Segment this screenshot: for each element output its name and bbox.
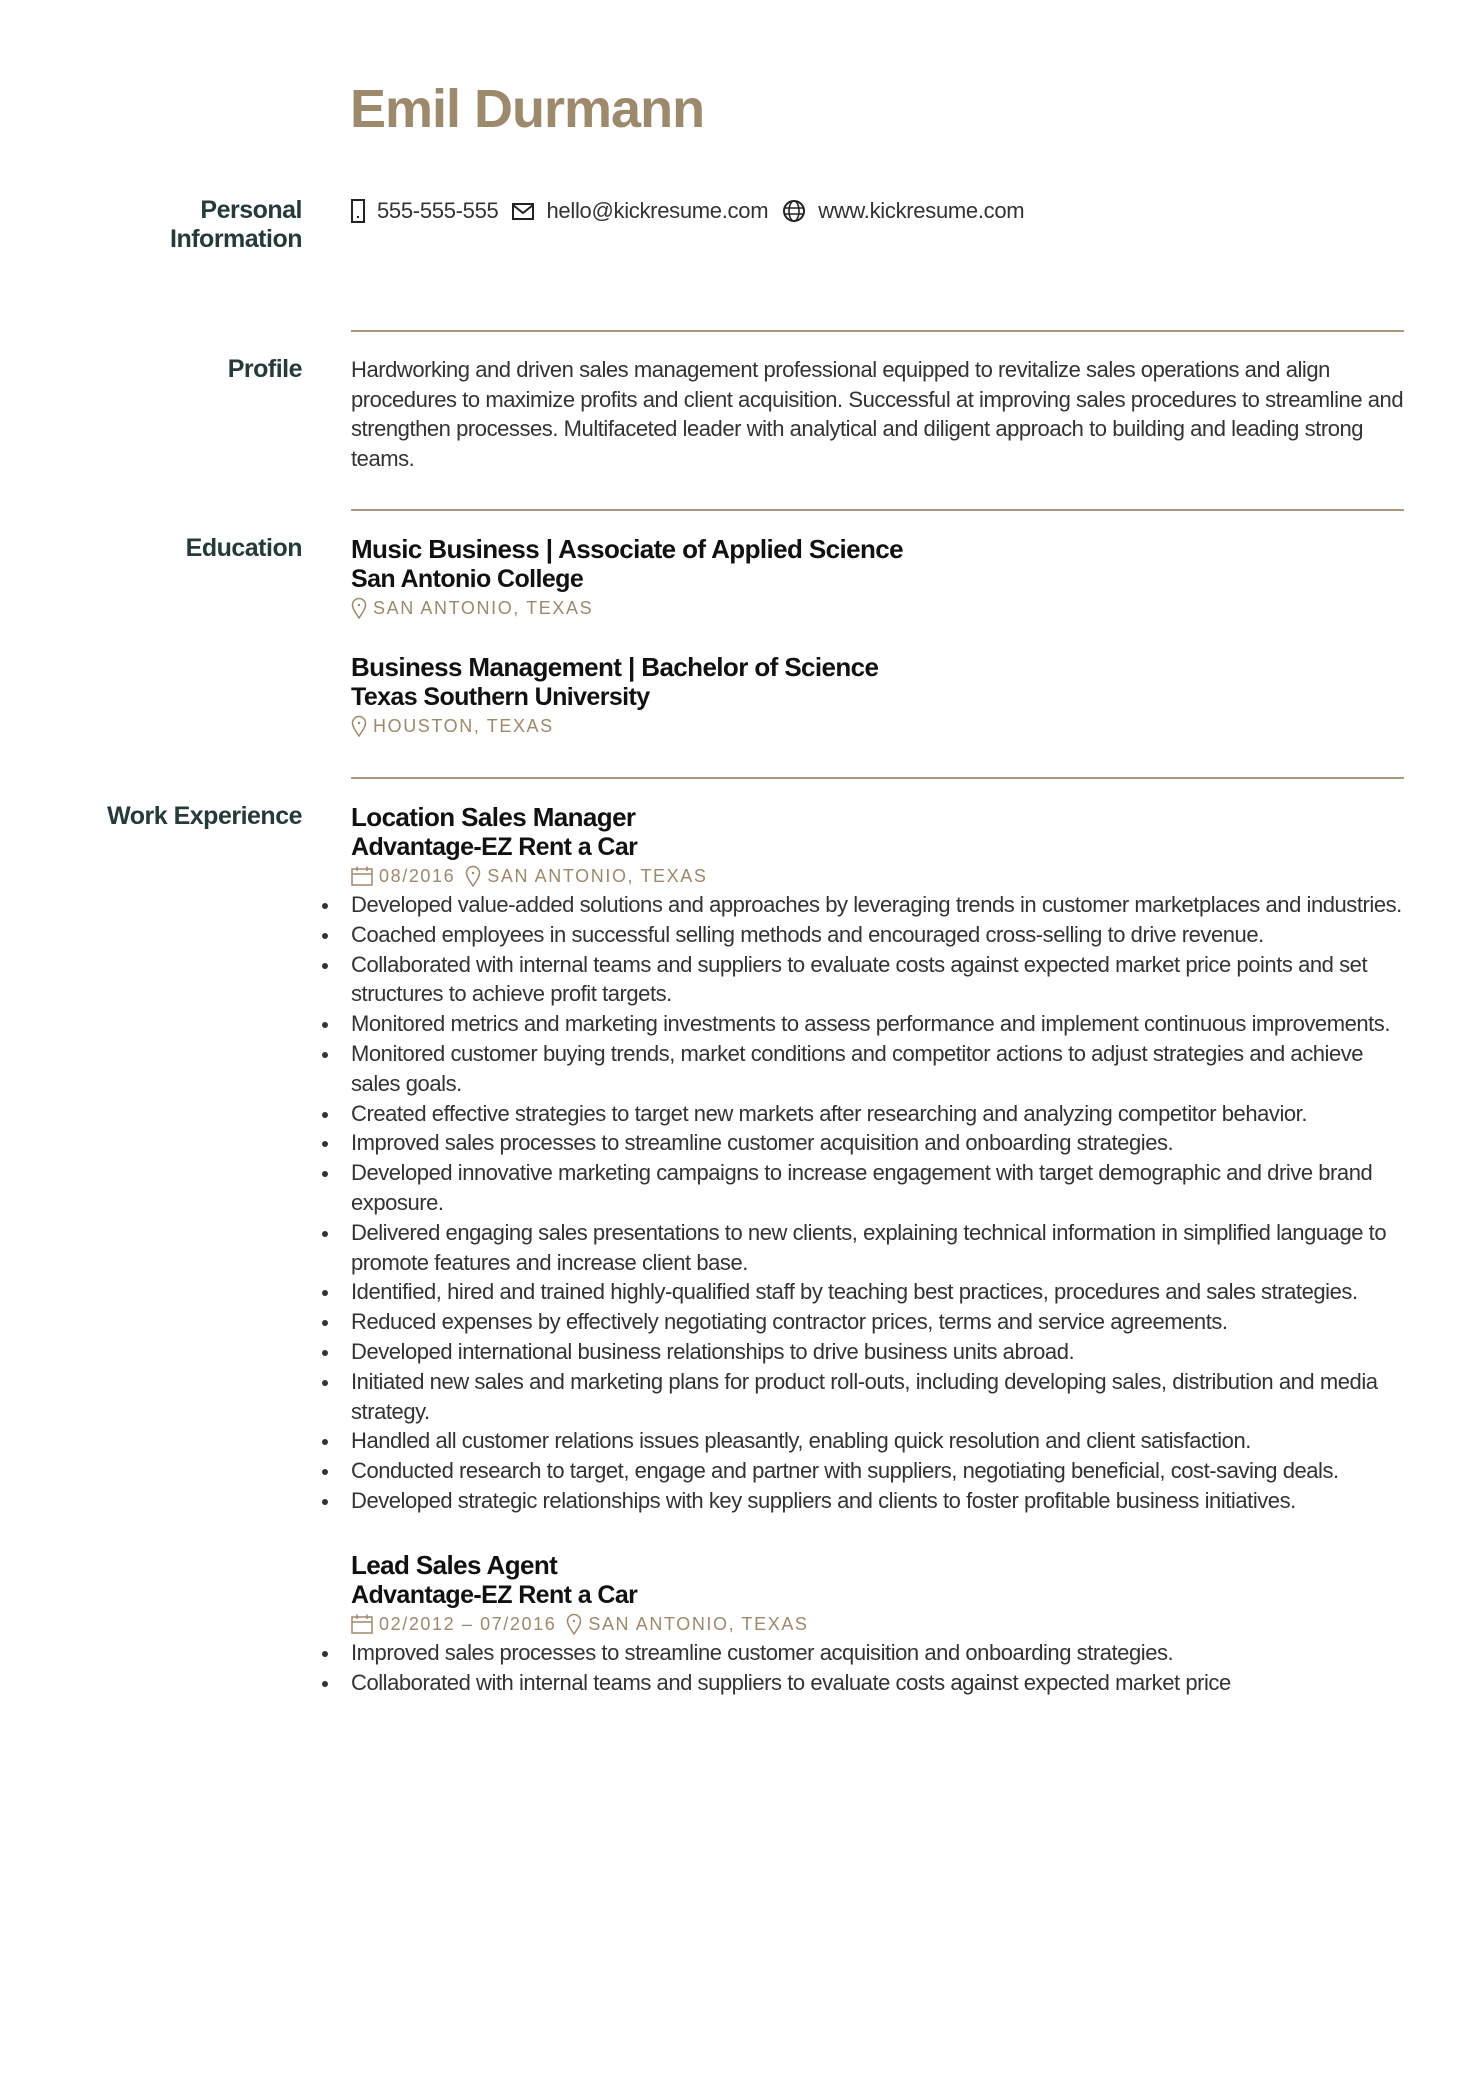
work-bullet: Developed international business relatio… bbox=[322, 1337, 1404, 1367]
map-pin-icon bbox=[566, 1613, 582, 1635]
phone-number: 555-555-555 bbox=[377, 198, 499, 223]
school-name: Texas Southern University bbox=[351, 683, 650, 711]
work-bullets: Developed value-added solutions and appr… bbox=[322, 890, 1404, 1516]
candidate-name: Emil Durmann bbox=[350, 79, 705, 139]
map-pin-icon bbox=[351, 715, 367, 737]
job-title: Location Sales Manager bbox=[351, 802, 636, 832]
education-location: San Antonio, Texas bbox=[373, 598, 594, 618]
school-name: San Antonio College bbox=[351, 565, 584, 593]
work-bullet: Reduced expenses by effectively negotiat… bbox=[322, 1307, 1404, 1337]
work-date-text: 02/2012 – 07/2016 bbox=[379, 1613, 557, 1634]
phone-icon bbox=[351, 199, 365, 223]
company-name: Advantage-EZ Rent a Car bbox=[351, 833, 638, 861]
work-bullets: Improved sales processes to streamline c… bbox=[322, 1638, 1404, 1698]
work-bullet: Created effective strategies to target n… bbox=[322, 1099, 1404, 1129]
work-bullet: Initiated new sales and marketing plans … bbox=[322, 1367, 1404, 1427]
work-bullet: Identified, hired and trained highly-qua… bbox=[322, 1277, 1404, 1307]
education-meta: Houston, Texas bbox=[351, 712, 1404, 740]
work-bullet: Coached employees in successful selling … bbox=[322, 920, 1404, 950]
degree-title: Business Management | Bachelor of Scienc… bbox=[351, 652, 879, 682]
map-pin-icon bbox=[351, 597, 367, 619]
work-meta: 08/2016 San Antonio, Texas bbox=[351, 862, 1404, 890]
work-bullet: Developed strategic relationships with k… bbox=[322, 1486, 1404, 1516]
work-list: Location Sales Manager Advantage-EZ Rent… bbox=[322, 802, 1404, 1698]
work-location-text: San Antonio, Texas bbox=[588, 1613, 809, 1634]
education-list: Music Business | Associate of Applied Sc… bbox=[351, 534, 1404, 770]
company-name: Advantage-EZ Rent a Car bbox=[351, 1580, 638, 1609]
work-bullet: Handled all customer relations issues pl… bbox=[322, 1426, 1404, 1456]
work-date: 08/2016 bbox=[351, 862, 455, 890]
education-entry: Music Business | Associate of Applied Sc… bbox=[351, 534, 1404, 622]
label-line: Information bbox=[170, 225, 303, 253]
section-label-education: Education bbox=[185, 534, 303, 562]
contact-phone: 555-555-555 bbox=[351, 196, 499, 226]
work-meta: 02/2012 – 07/2016 San Antonio, Texas bbox=[351, 1610, 1404, 1638]
work-entry: Lead Sales Agent Advantage-EZ Rent a Car… bbox=[322, 1549, 1404, 1698]
work-bullet: Conducted research to target, engage and… bbox=[322, 1456, 1404, 1486]
education-location: Houston, Texas bbox=[373, 716, 554, 736]
calendar-icon bbox=[351, 866, 373, 886]
work-bullet: Monitored metrics and marketing investme… bbox=[322, 1009, 1404, 1039]
work-bullet: Monitored customer buying trends, market… bbox=[322, 1039, 1404, 1099]
work-bullet: Collaborated with internal teams and sup… bbox=[322, 1668, 1404, 1698]
label-line: Personal bbox=[200, 196, 302, 224]
envelope-icon bbox=[512, 202, 535, 220]
calendar-icon bbox=[351, 1614, 373, 1634]
section-label-profile: Profile bbox=[227, 355, 303, 383]
work-bullet: Developed innovative marketing campaigns… bbox=[322, 1158, 1404, 1218]
section-label-personal-information: Personal Information bbox=[60, 196, 303, 254]
work-bullet: Improved sales processes to streamline c… bbox=[322, 1128, 1404, 1158]
section-divider bbox=[351, 509, 1404, 511]
section-divider bbox=[351, 777, 1404, 779]
work-location: San Antonio, Texas bbox=[566, 1610, 808, 1638]
work-entry: Location Sales Manager Advantage-EZ Rent… bbox=[322, 802, 1404, 1516]
education-entry: Business Management | Bachelor of Scienc… bbox=[351, 652, 1404, 740]
work-location-text: San Antonio, Texas bbox=[487, 866, 708, 886]
section-label-work-experience: Work Experience bbox=[107, 802, 302, 830]
work-bullet: Improved sales processes to streamline c… bbox=[322, 1638, 1404, 1668]
education-meta: San Antonio, Texas bbox=[351, 594, 1404, 622]
profile-content: Hardworking and driven sales management … bbox=[351, 355, 1404, 474]
website-link[interactable]: www.kickresume.com bbox=[818, 196, 1024, 226]
profile-summary: Hardworking and driven sales management … bbox=[351, 357, 1404, 472]
work-date: 02/2012 – 07/2016 bbox=[351, 1610, 556, 1638]
work-bullet: Collaborated with internal teams and sup… bbox=[322, 950, 1404, 1010]
work-bullet: Delivered engaging sales presentations t… bbox=[322, 1218, 1404, 1278]
work-date-text: 08/2016 bbox=[379, 866, 456, 886]
section-divider bbox=[351, 330, 1404, 332]
work-bullet: Developed value-added solutions and appr… bbox=[322, 890, 1404, 920]
email-link[interactable]: hello@kickresume.com bbox=[546, 196, 768, 226]
map-pin-icon bbox=[465, 865, 481, 887]
contact-website: www.kickresume.com bbox=[782, 196, 1025, 226]
globe-icon bbox=[782, 199, 806, 223]
contact-row: 555-555-555 hello@kickresume.com www.kic… bbox=[351, 196, 1404, 226]
contact-email: hello@kickresume.com bbox=[512, 196, 769, 226]
degree-title: Music Business | Associate of Applied Sc… bbox=[351, 534, 904, 564]
job-title: Lead Sales Agent bbox=[351, 1549, 558, 1580]
work-location: San Antonio, Texas bbox=[465, 862, 707, 890]
